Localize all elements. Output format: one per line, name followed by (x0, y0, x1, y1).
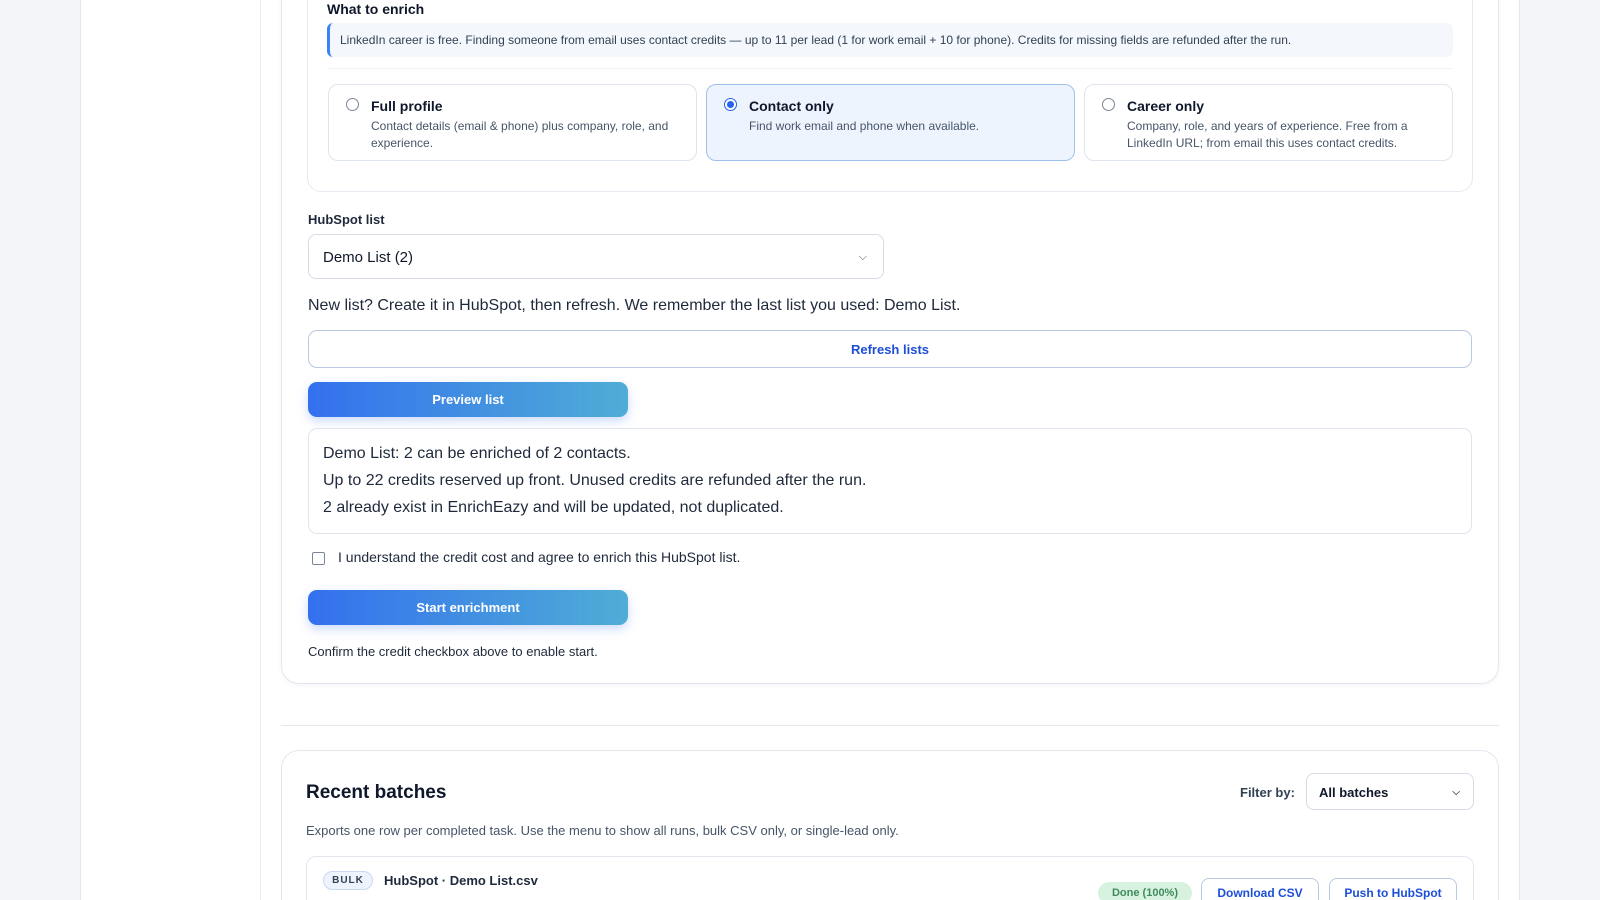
recent-batches-heading: Recent batches (306, 782, 447, 803)
consent-label[interactable]: I understand the credit cost and agree t… (338, 549, 740, 565)
radio-full-profile[interactable] (346, 98, 359, 111)
batch-filter-select[interactable]: All batches ⌵ (1306, 773, 1474, 810)
push-to-hubspot-button[interactable]: Push to HubSpot (1329, 878, 1457, 900)
option-title: Career only (1127, 98, 1205, 114)
option-description: Company, role, and years of experience. … (1127, 119, 1408, 150)
download-csv-button[interactable]: Download CSV (1201, 878, 1319, 900)
preview-summary: Demo List: 2 can be enriched of 2 contac… (308, 428, 1472, 534)
hubspot-list-value: Demo List (2) (323, 249, 414, 266)
status-badge: Done (100%) (1098, 882, 1192, 900)
radio-career-only[interactable] (1102, 98, 1115, 111)
preview-list-button[interactable]: Preview list (308, 382, 628, 417)
hubspot-list-select[interactable]: Demo List (2) ⌵ (308, 234, 884, 279)
sidebar-divider (260, 0, 261, 900)
batch-name: HubSpot · Demo List.csv (384, 873, 538, 888)
option-title: Full profile (371, 98, 443, 114)
preview-line: Demo List: 2 can be enriched of 2 contac… (323, 445, 631, 462)
option-career-only[interactable]: Career only Company, role, and years of … (1084, 84, 1453, 161)
option-full-profile[interactable]: Full profile Contact details (email & ph… (328, 84, 697, 161)
option-description: Find work email and phone when available… (749, 119, 980, 133)
divider (327, 68, 1453, 69)
chevron-down-icon: ⌵ (858, 251, 867, 263)
radio-contact-only[interactable] (724, 98, 737, 111)
option-title: Contact only (749, 98, 834, 114)
credits-info-banner: LinkedIn career is free. Finding someone… (327, 23, 1453, 57)
what-to-enrich-heading: What to enrich (327, 1, 425, 17)
batch-type-badge: BULK (323, 871, 373, 890)
refresh-lists-button[interactable]: Refresh lists (308, 330, 1472, 368)
option-description: Contact details (email & phone) plus com… (371, 119, 669, 150)
filter-label: Filter by: (1240, 785, 1295, 800)
confirm-note: Confirm the credit checkbox above to ena… (308, 644, 598, 659)
section-divider (281, 725, 1499, 726)
batch-filter-value: All batches (1319, 785, 1389, 800)
preview-line: 2 already exist in EnrichEazy and will b… (323, 499, 784, 516)
preview-line: Up to 22 credits reserved up front. Unus… (323, 472, 867, 489)
consent-checkbox[interactable] (312, 552, 325, 565)
option-contact-only[interactable]: Contact only Find work email and phone w… (706, 84, 1075, 161)
start-enrichment-button[interactable]: Start enrichment (308, 590, 628, 625)
hubspot-list-label: HubSpot list (308, 212, 385, 227)
chevron-down-icon: ⌵ (1452, 787, 1460, 798)
new-list-hint: New list? Create it in HubSpot, then ref… (308, 297, 961, 314)
batches-description: Exports one row per completed task. Use … (306, 823, 899, 838)
